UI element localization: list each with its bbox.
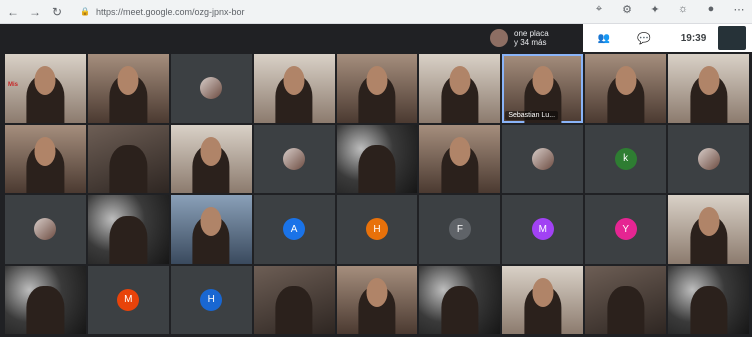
participant-tile[interactable] bbox=[336, 54, 418, 123]
participant-tile[interactable] bbox=[668, 195, 749, 264]
participant-tile[interactable]: k bbox=[585, 124, 667, 193]
participant-avatar-a: A bbox=[283, 218, 306, 241]
participant-face bbox=[200, 207, 222, 237]
participant-tile[interactable]: Mis bbox=[5, 54, 86, 123]
participant-tile[interactable]: M bbox=[502, 195, 584, 264]
participant-tile[interactable] bbox=[253, 265, 335, 334]
participant-tile[interactable] bbox=[253, 54, 335, 123]
others-chip[interactable]: one placa y 34 más bbox=[490, 26, 549, 50]
participant-tile[interactable]: Sebastian Lu... bbox=[502, 54, 584, 123]
participant-tile[interactable] bbox=[5, 265, 86, 334]
participant-name-label: Sebastian Lu... bbox=[505, 110, 559, 120]
participant-tile[interactable] bbox=[668, 265, 749, 334]
participant-face bbox=[698, 207, 720, 237]
others-line-1: one placa bbox=[514, 29, 549, 38]
participant-tile[interactable] bbox=[253, 124, 335, 193]
browser-toolbar: ← → ↻ 🔒 https://meet.google.com/ozg-jpnx… bbox=[0, 0, 752, 24]
participant-avatar-m: M bbox=[531, 218, 554, 241]
participant-tile[interactable] bbox=[419, 265, 501, 334]
participant-face bbox=[698, 66, 720, 96]
participant-tile[interactable] bbox=[170, 124, 252, 193]
participant-tile[interactable] bbox=[5, 195, 86, 264]
participant-video bbox=[275, 286, 313, 334]
back-icon[interactable]: ← bbox=[4, 3, 22, 21]
participant-tile[interactable] bbox=[336, 124, 418, 193]
participant-face bbox=[200, 136, 222, 166]
participant-tile[interactable] bbox=[419, 124, 501, 193]
participant-avatar-y: Y bbox=[614, 218, 637, 241]
participant-face bbox=[532, 66, 554, 96]
participant-tile[interactable]: H bbox=[170, 265, 252, 334]
extension-icon[interactable]: ⚙ bbox=[620, 3, 634, 16]
participant-tile[interactable] bbox=[502, 124, 584, 193]
participant-face bbox=[34, 136, 56, 166]
participant-face bbox=[366, 277, 388, 307]
participant-avatar-k: k bbox=[614, 147, 637, 170]
participant-tile[interactable] bbox=[502, 265, 584, 334]
participant-video bbox=[441, 286, 479, 334]
participant-tile[interactable] bbox=[419, 54, 501, 123]
url-text: https://meet.google.com/ozg-jpnx-bor bbox=[95, 6, 245, 17]
menu-icon[interactable]: ⋯ bbox=[732, 3, 746, 16]
participant-avatar bbox=[490, 29, 508, 47]
clock: 19:39 bbox=[680, 32, 707, 44]
participant-photo-avatar bbox=[283, 147, 306, 170]
participant-grid: Mis Sebastian Lu... k A H F M Y M H bbox=[5, 54, 749, 334]
participant-tile[interactable] bbox=[5, 124, 86, 193]
participant-tile[interactable] bbox=[170, 195, 252, 264]
participant-tile[interactable] bbox=[585, 265, 667, 334]
participant-tile[interactable] bbox=[668, 54, 749, 123]
participant-tile[interactable] bbox=[336, 265, 418, 334]
participant-video bbox=[109, 215, 147, 264]
participant-face bbox=[532, 277, 554, 307]
participant-face bbox=[449, 136, 471, 166]
participant-face bbox=[283, 66, 305, 96]
participant-face bbox=[34, 66, 56, 96]
participant-tile[interactable] bbox=[87, 124, 169, 193]
participant-avatar-m: M bbox=[117, 288, 140, 311]
chat-icon[interactable]: 💬 bbox=[637, 32, 651, 45]
participant-avatar-h: H bbox=[200, 288, 223, 311]
meet-top-bar: one placa y 34 más 👥 💬 19:39 bbox=[0, 24, 752, 52]
address-bar[interactable]: 🔒 https://meet.google.com/ozg-jpnx-bor bbox=[80, 7, 245, 17]
profile-icon[interactable]: ● bbox=[704, 3, 718, 16]
participant-video bbox=[26, 286, 65, 334]
puzzle-icon[interactable]: ✦ bbox=[648, 3, 662, 16]
participant-tile[interactable] bbox=[87, 195, 169, 264]
location-icon[interactable]: ⌖ bbox=[592, 3, 606, 16]
participant-tile[interactable]: H bbox=[336, 195, 418, 264]
participant-photo-avatar bbox=[200, 77, 223, 100]
others-line-2: y 34 más bbox=[514, 38, 547, 47]
forward-icon[interactable]: → bbox=[26, 3, 44, 21]
participant-tile[interactable] bbox=[87, 54, 169, 123]
participant-tile[interactable] bbox=[585, 54, 667, 123]
people-icon[interactable]: 👥 bbox=[595, 33, 613, 44]
participant-video bbox=[109, 145, 147, 193]
participant-video bbox=[689, 286, 728, 334]
participant-tile[interactable] bbox=[668, 124, 749, 193]
participant-avatar-h: H bbox=[365, 218, 388, 241]
participant-photo-avatar bbox=[34, 218, 57, 241]
participant-photo-avatar bbox=[697, 147, 720, 170]
participant-face bbox=[615, 66, 637, 96]
reload-icon[interactable]: ↻ bbox=[48, 3, 66, 21]
participant-tile[interactable]: F bbox=[419, 195, 501, 264]
participant-tile[interactable]: Y bbox=[585, 195, 667, 264]
participant-avatar-f: F bbox=[448, 218, 471, 241]
participant-tile[interactable] bbox=[170, 54, 252, 123]
participant-video bbox=[358, 145, 396, 193]
lock-icon: 🔒 bbox=[80, 7, 90, 16]
settings-icon[interactable]: ☼ bbox=[676, 3, 690, 16]
self-view[interactable] bbox=[718, 26, 747, 50]
participant-face bbox=[449, 66, 471, 96]
participant-tile[interactable]: A bbox=[253, 195, 335, 264]
participant-face bbox=[366, 66, 388, 96]
participant-tile[interactable]: M bbox=[87, 265, 169, 334]
participant-video bbox=[607, 286, 645, 334]
slide-title: Mis bbox=[8, 82, 19, 88]
participant-photo-avatar bbox=[531, 147, 554, 170]
meet-info-panel: 👥 💬 19:39 bbox=[583, 24, 752, 52]
participant-face bbox=[117, 66, 139, 96]
